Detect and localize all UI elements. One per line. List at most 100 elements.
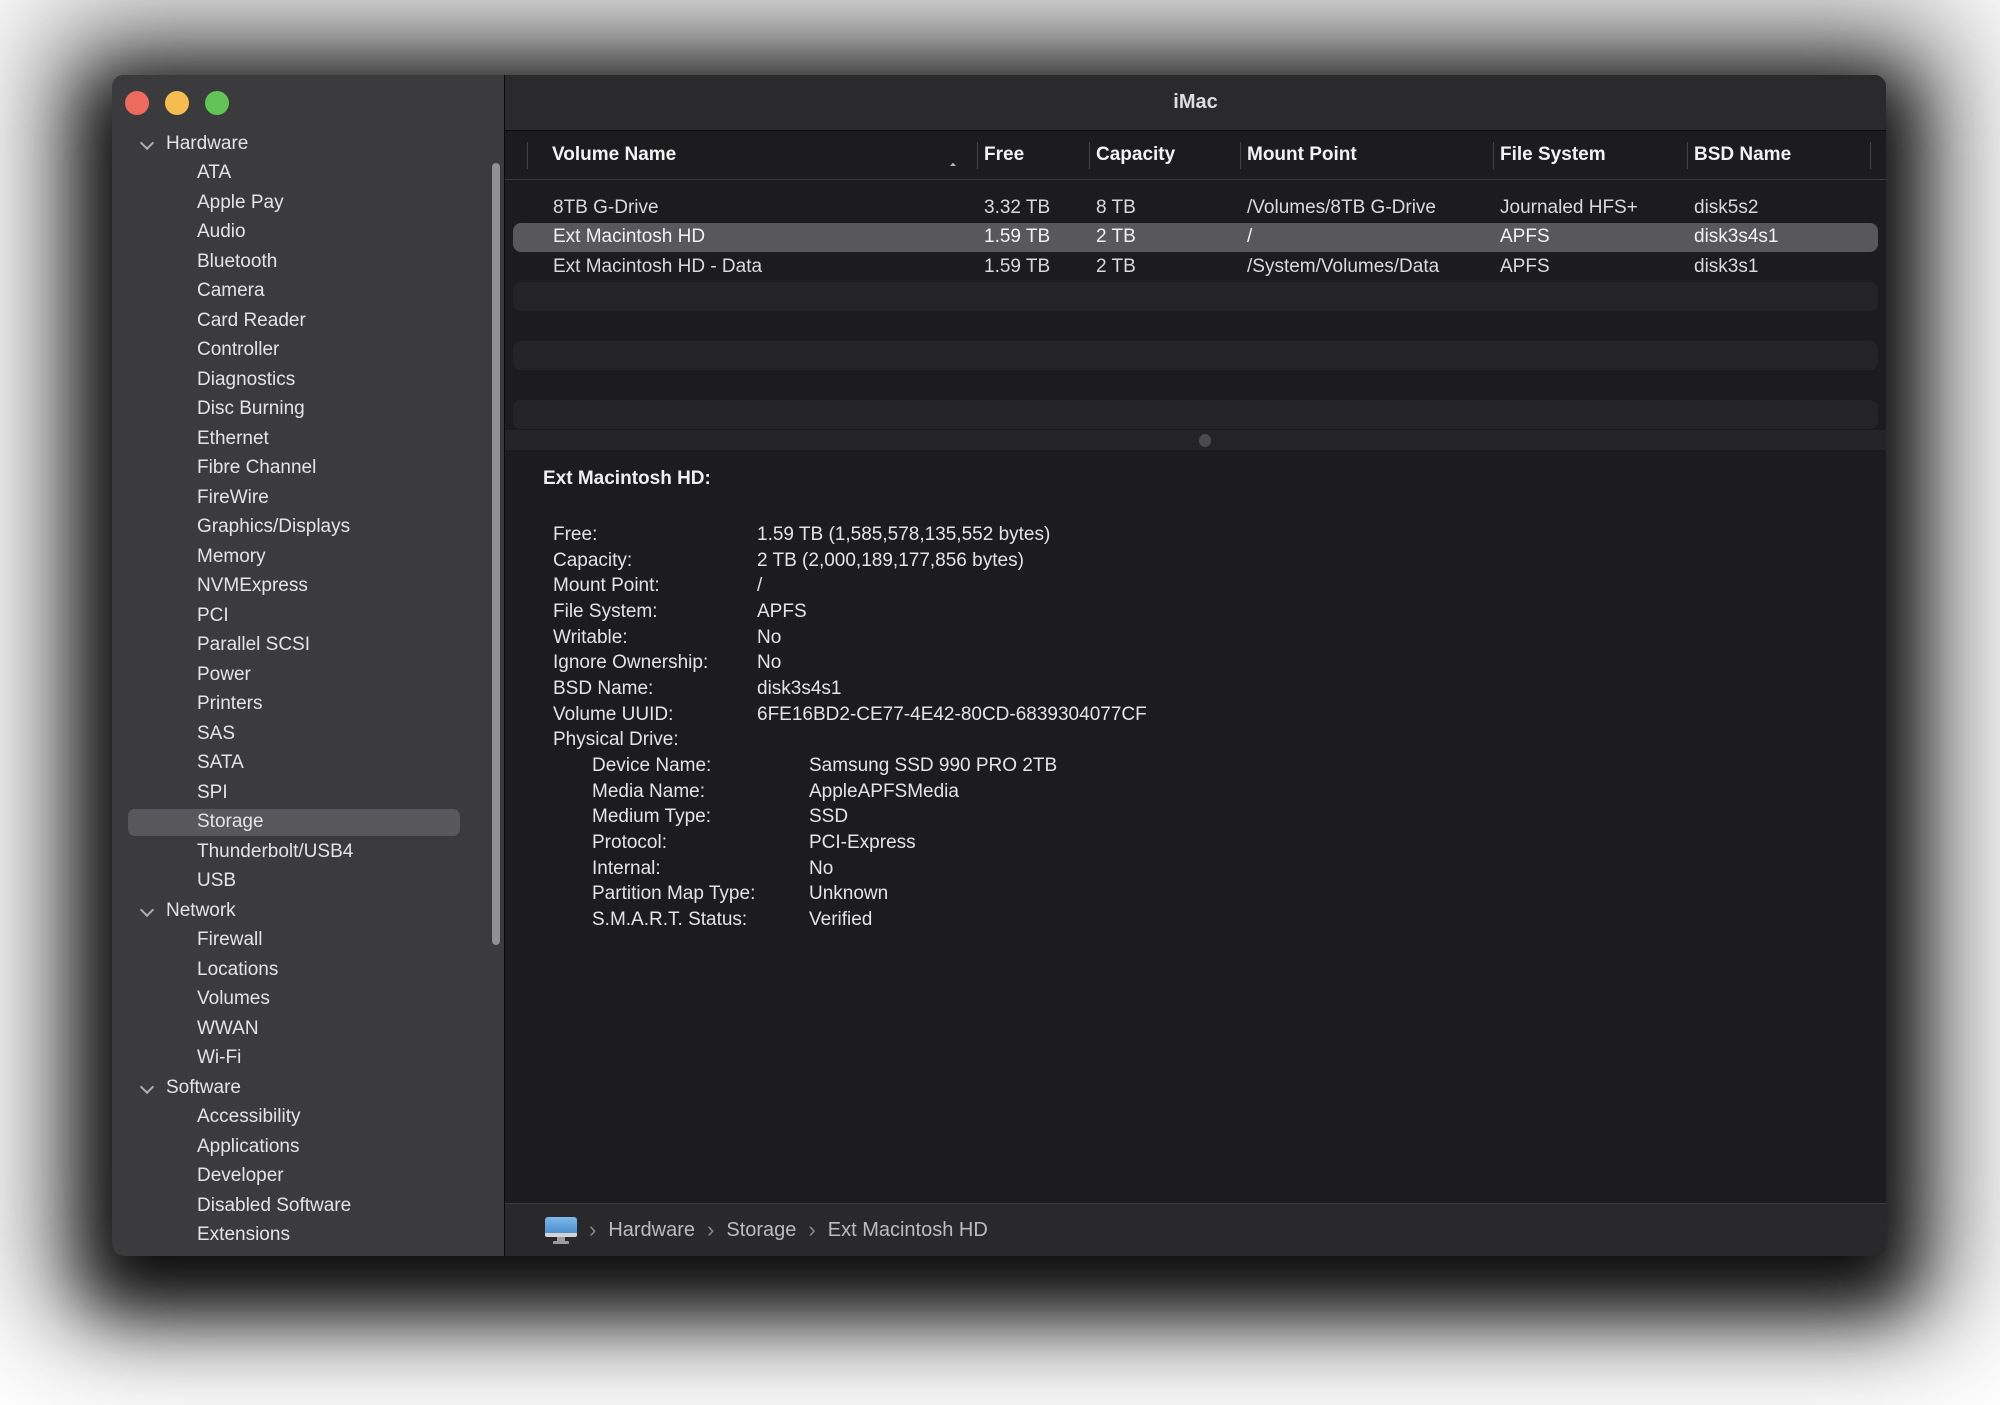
breadcrumb-item-ext-macintosh-hd[interactable]: Ext Macintosh HD xyxy=(828,1219,988,1242)
sidebar-item-camera[interactable]: Camera xyxy=(112,277,490,307)
sidebar-item-nvmexpress[interactable]: NVMExpress xyxy=(112,572,490,602)
sidebar-item-label: Camera xyxy=(197,280,265,302)
table-row-8tb-g-drive[interactable]: 8TB G-Drive3.32 TB8 TB/Volumes/8TB G-Dri… xyxy=(505,193,1886,223)
sidebar-item-volumes[interactable]: Volumes xyxy=(112,985,490,1015)
sidebar-item-label: SATA xyxy=(197,752,244,774)
sidebar-item-applications[interactable]: Applications xyxy=(112,1132,490,1162)
table-row-empty[interactable] xyxy=(505,282,1886,312)
column-divider[interactable] xyxy=(1240,142,1241,169)
pane-splitter[interactable] xyxy=(505,429,1886,451)
sidebar-item-wwan[interactable]: WWAN xyxy=(112,1014,490,1044)
sidebar-item-label: NVMExpress xyxy=(197,575,308,597)
column-divider[interactable] xyxy=(1493,142,1494,169)
sidebar-item-power[interactable]: Power xyxy=(112,660,490,690)
sidebar-item-developer[interactable]: Developer xyxy=(112,1162,490,1192)
sidebar-item-card-reader[interactable]: Card Reader xyxy=(112,306,490,336)
table-row-empty[interactable] xyxy=(505,370,1886,400)
column-divider[interactable] xyxy=(527,142,528,169)
minimize-button[interactable] xyxy=(165,91,189,115)
sidebar-item-firewire[interactable]: FireWire xyxy=(112,483,490,513)
sidebar-item-label: Fonts xyxy=(197,1254,245,1256)
sidebar-item-label: Developer xyxy=(197,1165,284,1187)
detail-field-physical-drive: Physical Drive: xyxy=(553,728,1866,754)
sidebar-item-thunderbolt-usb4[interactable]: Thunderbolt/USB4 xyxy=(112,837,490,867)
breadcrumb: ›Hardware›Storage›Ext Macintosh HD xyxy=(505,1203,1886,1256)
detail-field-key: Physical Drive: xyxy=(553,729,757,751)
cell-file-system: Journaled HFS+ xyxy=(1493,197,1687,219)
chevron-down-icon[interactable] xyxy=(140,1080,154,1094)
sidebar-item-ata[interactable]: ATA xyxy=(112,159,490,189)
splitter-handle-icon[interactable] xyxy=(1199,434,1211,447)
sidebar-item-apple-pay[interactable]: Apple Pay xyxy=(112,188,490,218)
close-button[interactable] xyxy=(125,91,149,115)
detail-field-value: SSD xyxy=(809,806,848,828)
sidebar-section-hardware[interactable]: Hardware xyxy=(112,129,490,159)
sidebar-item-memory[interactable]: Memory xyxy=(112,542,490,572)
sidebar-item-printers[interactable]: Printers xyxy=(112,690,490,720)
sidebar-item-extensions[interactable]: Extensions xyxy=(112,1221,490,1251)
table-row-empty[interactable] xyxy=(505,400,1886,430)
chevron-down-icon[interactable] xyxy=(140,903,154,917)
column-divider[interactable] xyxy=(1870,142,1871,169)
sidebar-section-software[interactable]: Software xyxy=(112,1073,490,1103)
sidebar-item-spi[interactable]: SPI xyxy=(112,778,490,808)
table-row-empty[interactable] xyxy=(505,311,1886,341)
cell-capacity: 2 TB xyxy=(1089,256,1240,278)
cell-file-system: APFS xyxy=(1493,226,1687,248)
sidebar-item-controller[interactable]: Controller xyxy=(112,336,490,366)
column-header-file-system[interactable]: File System xyxy=(1493,144,1687,166)
table-row-empty[interactable] xyxy=(505,341,1886,371)
sidebar-item-wi-fi[interactable]: Wi-Fi xyxy=(112,1044,490,1074)
sidebar-item-fonts[interactable]: Fonts xyxy=(112,1250,490,1256)
chevron-down-icon[interactable] xyxy=(140,136,154,150)
sidebar: HardwareATAApple PayAudioBluetooth Camera… xyxy=(112,75,505,1256)
sidebar-item-sas[interactable]: SAS xyxy=(112,719,490,749)
sidebar-item-pci[interactable]: PCI xyxy=(112,601,490,631)
detail-field-value: 2 TB (2,000,189,177,856 bytes) xyxy=(757,550,1024,572)
detail-field-value: 1.59 TB (1,585,578,135,552 bytes) xyxy=(757,524,1050,546)
sidebar-item-label: Printers xyxy=(197,693,262,715)
column-divider[interactable] xyxy=(977,142,978,169)
column-header-mount-point[interactable]: Mount Point xyxy=(1240,144,1493,166)
detail-fields: Free:1.59 TB (1,585,578,135,552 bytes)Ca… xyxy=(553,522,1866,933)
sidebar-item-label: Storage xyxy=(197,811,264,833)
sidebar-item-storage[interactable]: Storage xyxy=(112,808,490,838)
sidebar-item-diagnostics[interactable]: Diagnostics xyxy=(112,365,490,395)
sidebar-item-label: SAS xyxy=(197,723,235,745)
sidebar-item-disabled-software[interactable]: Disabled Software xyxy=(112,1191,490,1221)
detail-field-protocol: Protocol:PCI-Express xyxy=(553,830,1866,856)
sidebar-item-label: Diagnostics xyxy=(197,369,295,391)
sidebar-item-disc-burning[interactable]: Disc Burning xyxy=(112,395,490,425)
breadcrumb-item-hardware[interactable]: Hardware xyxy=(608,1219,695,1242)
sidebar-scrollbar-thumb[interactable] xyxy=(492,163,500,945)
table-row-ext-macintosh-hd[interactable]: Ext Macintosh HD1.59 TB2 TB/APFSdisk3s4s… xyxy=(505,223,1886,253)
sidebar-item-parallel-scsi[interactable]: Parallel SCSI xyxy=(112,631,490,661)
column-header-volume-name[interactable]: Volume Name xyxy=(505,144,977,166)
column-header-label: File System xyxy=(1500,144,1606,165)
sidebar-item-audio[interactable]: Audio xyxy=(112,218,490,248)
sidebar-item-ethernet[interactable]: Ethernet xyxy=(112,424,490,454)
cell-free: 1.59 TB xyxy=(977,226,1089,248)
sidebar-item-locations[interactable]: Locations xyxy=(112,955,490,985)
sidebar-item-bluetooth[interactable]: Bluetooth xyxy=(112,247,490,277)
detail-field-value: PCI-Express xyxy=(809,832,916,854)
sidebar-item-fibre-channel[interactable]: Fibre Channel xyxy=(112,454,490,484)
column-header-bsd-name[interactable]: BSD Name xyxy=(1687,144,1870,166)
sidebar-item-firewall[interactable]: Firewall xyxy=(112,926,490,956)
detail-field-value: No xyxy=(757,652,781,674)
table-row-ext-macintosh-hd-data[interactable]: Ext Macintosh HD - Data1.59 TB2 TB/Syste… xyxy=(505,252,1886,282)
breadcrumb-item-storage[interactable]: Storage xyxy=(726,1219,796,1242)
column-divider[interactable] xyxy=(1089,142,1090,169)
sidebar-item-graphics-displays[interactable]: Graphics/Displays xyxy=(112,513,490,543)
detail-title: Ext Macintosh HD: xyxy=(543,468,711,490)
column-divider[interactable] xyxy=(1687,142,1688,169)
sidebar-section-network[interactable]: Network xyxy=(112,896,490,926)
sidebar-item-sata[interactable]: SATA xyxy=(112,749,490,779)
sidebar-item-usb[interactable]: USB xyxy=(112,867,490,897)
sidebar-item-label: Controller xyxy=(197,339,279,361)
sidebar-item-accessibility[interactable]: Accessibility xyxy=(112,1103,490,1133)
detail-field-internal: Internal:No xyxy=(553,856,1866,882)
zoom-button[interactable] xyxy=(205,91,229,115)
column-header-free[interactable]: Free xyxy=(977,144,1089,166)
column-header-capacity[interactable]: Capacity xyxy=(1089,144,1240,166)
